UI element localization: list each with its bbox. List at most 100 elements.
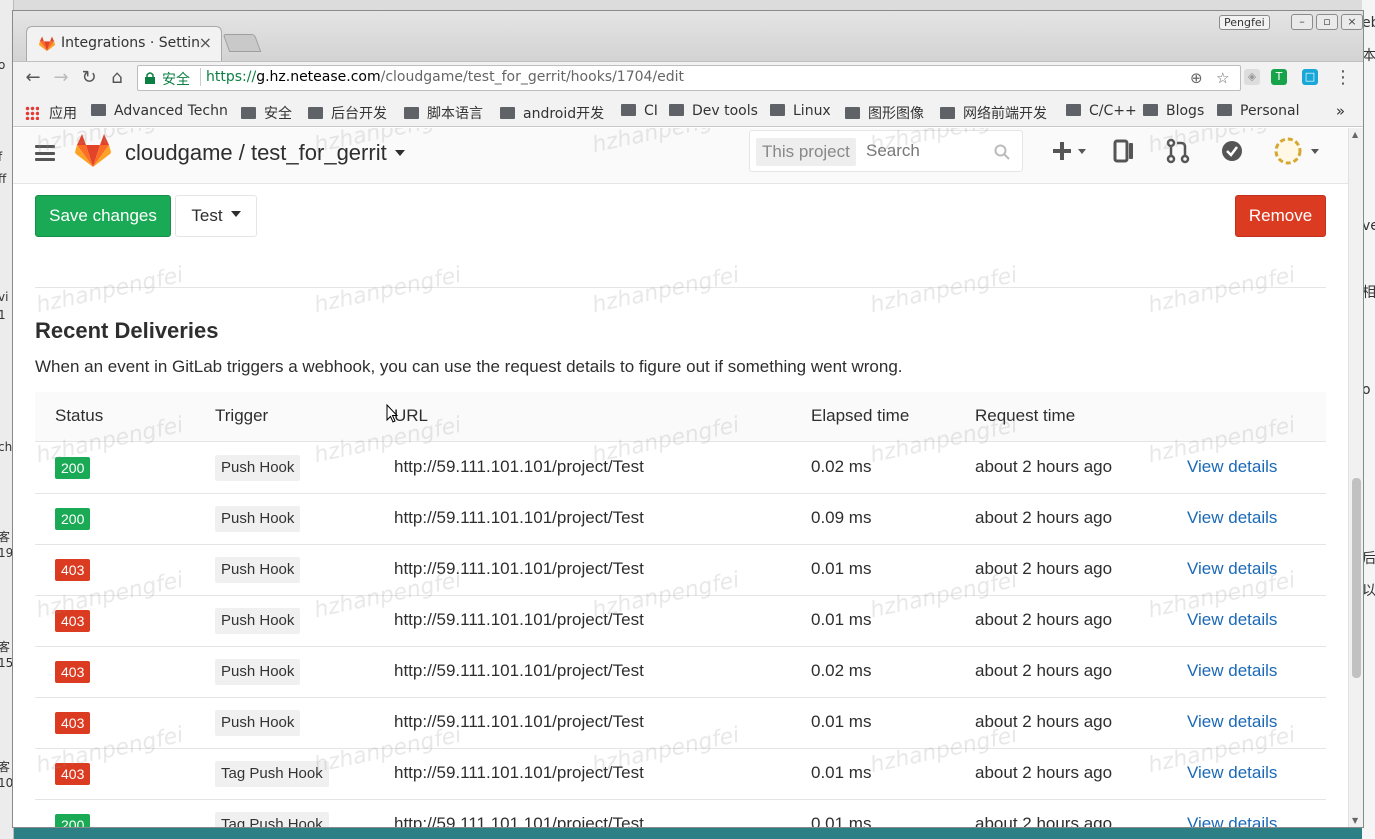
zoom-icon[interactable]: ⊕	[1190, 69, 1203, 87]
view-details-link[interactable]: View details	[1187, 610, 1277, 630]
view-details-link[interactable]: View details	[1187, 763, 1277, 783]
address-bar[interactable]: 安全 https://g.hz.netease.com/cloudgame/te…	[137, 65, 1241, 91]
folder-icon	[940, 107, 955, 119]
bookmarks-more-button[interactable]: »	[1336, 102, 1345, 120]
status-badge: 403	[55, 661, 91, 683]
new-tab-button[interactable]	[222, 34, 262, 52]
url-cell: http://59.111.101.101/project/Test	[394, 508, 644, 527]
chevron-down-icon	[394, 150, 405, 156]
elapsed-time-cell: 0.01 ms	[811, 559, 872, 578]
profile-badge[interactable]: Pengfei	[1219, 15, 1270, 30]
watermark-text: hzhanpengfei	[868, 262, 1020, 319]
bookmark-folder[interactable]: android开发	[500, 103, 604, 123]
bookmark-folder[interactable]: Dev tools	[669, 103, 758, 119]
bookmark-folder[interactable]: 安全	[241, 103, 292, 123]
bookmark-folder[interactable]: C/C++	[1066, 103, 1137, 119]
browser-window: Integrations · Settings × Pengfei – ▫ × …	[12, 10, 1364, 828]
bookmark-label: C/C++	[1089, 103, 1137, 119]
bookmark-star-icon[interactable]: ☆	[1216, 69, 1229, 87]
bookmark-label: Advanced Techn	[114, 103, 227, 119]
url-separator	[200, 68, 201, 86]
extension-t-icon[interactable]: T	[1271, 69, 1287, 85]
column-elapsed-time: Elapsed time	[811, 406, 910, 425]
bookmark-label: 脚本语言	[427, 106, 483, 122]
request-time-cell: about 2 hours ago	[975, 661, 1113, 680]
watermark-text: hzhanpengfei	[312, 262, 464, 319]
elapsed-time-cell: 0.01 ms	[811, 610, 872, 629]
scrollbar-thumb[interactable]	[1352, 478, 1361, 678]
user-avatar-icon[interactable]	[1273, 136, 1323, 166]
bookmark-folder[interactable]: 脚本语言	[404, 103, 483, 123]
watermark-text: hzhanpengfei	[590, 262, 742, 319]
todos-check-icon[interactable]	[1219, 138, 1245, 164]
view-details-link[interactable]: View details	[1187, 712, 1277, 732]
bookmark-apps[interactable]: 应用	[25, 103, 77, 123]
status-badge: 200	[55, 457, 91, 479]
view-details-link[interactable]: View details	[1187, 508, 1277, 528]
elapsed-time-cell: 0.01 ms	[811, 814, 872, 828]
extension-square-icon[interactable]: □	[1302, 69, 1318, 85]
bookmark-folder[interactable]: Advanced Techn	[91, 103, 227, 119]
recent-deliveries-title: Recent Deliveries	[35, 318, 219, 343]
view-details-link[interactable]: View details	[1187, 661, 1277, 681]
bookmark-label: Blogs	[1166, 103, 1205, 119]
bookmark-folder[interactable]: 图形图像	[845, 103, 924, 123]
url-cell: http://59.111.101.101/project/Test	[394, 712, 644, 731]
column-url: URL	[394, 406, 429, 425]
page-scrollbar[interactable]: ▲ ▼	[1348, 128, 1363, 827]
hamburger-menu-icon[interactable]	[35, 145, 55, 161]
gitlab-logo[interactable]	[75, 134, 111, 168]
test-button-label: Test	[191, 206, 223, 225]
apps-grid-icon	[25, 106, 39, 120]
request-time-cell: about 2 hours ago	[975, 457, 1113, 476]
search-scope-badge[interactable]: This project	[756, 138, 856, 166]
tab-close-icon[interactable]: ×	[199, 33, 212, 52]
forward-icon[interactable]: →	[49, 66, 73, 90]
folder-icon	[621, 104, 636, 116]
project-title[interactable]: cloudgame / test_for_gerrit	[125, 140, 405, 166]
menu-kebab-icon[interactable]: ⋮	[1331, 66, 1355, 90]
url-path: /cloudgame/test_for_gerrit/hooks/1704/ed…	[380, 69, 685, 85]
plus-dropdown-icon[interactable]	[1049, 138, 1093, 164]
scroll-up-arrow-icon[interactable]: ▲	[1352, 130, 1358, 139]
url-cell: http://59.111.101.101/project/Test	[394, 763, 644, 782]
view-details-link[interactable]: View details	[1187, 559, 1277, 579]
extension-shield-icon[interactable]: ◈	[1244, 69, 1260, 85]
search-field[interactable]: This project Search	[749, 130, 1023, 172]
bookmark-folder[interactable]: CI	[621, 103, 658, 119]
bookmark-label: android开发	[523, 106, 605, 122]
status-badge: 403	[55, 763, 91, 785]
bookmark-folder[interactable]: Linux	[770, 103, 831, 119]
bookmark-label: Personal	[1240, 103, 1300, 119]
bookmark-folder[interactable]: 网络前端开发	[940, 103, 1047, 123]
remove-button[interactable]: Remove	[1235, 195, 1326, 237]
folder-icon	[770, 104, 785, 116]
background-text: 1	[0, 308, 6, 322]
table-row: 403 Push Hook http://59.111.101.101/projec…	[35, 596, 1326, 647]
back-icon[interactable]: ←	[21, 66, 45, 90]
close-window-button[interactable]: ×	[1341, 14, 1363, 30]
save-changes-button[interactable]: Save changes	[35, 195, 171, 237]
reload-icon[interactable]: ↻	[77, 66, 101, 90]
folder-icon	[241, 107, 256, 119]
background-text: 客	[0, 528, 10, 545]
elapsed-time-cell: 0.01 ms	[811, 712, 872, 731]
test-dropdown-button[interactable]: Test	[175, 195, 257, 237]
browser-tab[interactable]: Integrations · Settings ×	[26, 26, 222, 61]
issues-panel-icon[interactable]	[1111, 138, 1137, 164]
bookmark-folder[interactable]: 后台开发	[308, 103, 387, 123]
home-icon[interactable]: ⌂	[105, 66, 129, 90]
bookmarks-bar: 应用 Advanced Techn 安全 后台开发 脚本语言 android开发…	[13, 97, 1363, 127]
search-input[interactable]: Search	[866, 141, 920, 161]
minimize-button[interactable]: –	[1291, 14, 1313, 30]
background-text: o	[0, 58, 5, 72]
table-row: 403 Tag Push Hook http://59.111.101.101/pr…	[35, 749, 1326, 800]
bookmark-folder[interactable]: Blogs	[1143, 103, 1204, 119]
scroll-down-arrow-icon[interactable]: ▼	[1352, 816, 1358, 825]
view-details-link[interactable]: View details	[1187, 457, 1277, 477]
bookmark-folder[interactable]: Personal	[1217, 103, 1300, 119]
merge-request-icon[interactable]	[1165, 138, 1191, 164]
folder-icon	[308, 107, 323, 119]
maximize-button[interactable]: ▫	[1316, 14, 1338, 30]
view-details-link[interactable]: View details	[1187, 814, 1277, 827]
